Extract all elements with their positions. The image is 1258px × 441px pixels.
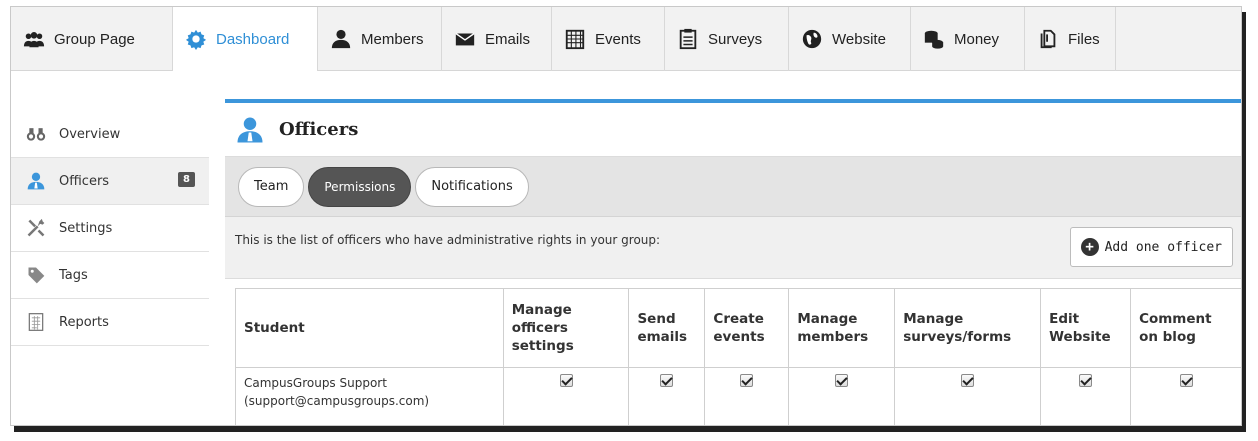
officers-table: Student Manage officers settings Send em… [235, 288, 1241, 425]
sidebar-item-settings[interactable]: Settings [11, 205, 209, 252]
nav-label: Money [954, 30, 1000, 48]
gear-icon [185, 28, 207, 50]
officers-count-badge: 8 [178, 172, 195, 187]
nav-website[interactable]: Website [789, 7, 911, 71]
add-officer-label: Add one officer [1104, 239, 1222, 255]
sidebar-item-label: Reports [59, 314, 109, 330]
permission-cell [628, 367, 706, 425]
student-cell: CampusGroups Support (support@campusgrou… [235, 367, 504, 425]
coins-icon [923, 28, 945, 50]
top-navigation: Group Page Dashboard Members Emails Even… [11, 7, 1241, 71]
student-name: CampusGroups Support [244, 376, 387, 390]
info-text: This is the list of officers who have ad… [235, 233, 661, 247]
column-header-comment-blog: Comment on blog [1130, 288, 1241, 368]
files-icon [1037, 28, 1059, 50]
nav-files[interactable]: Files [1025, 7, 1116, 71]
permission-cell [502, 367, 630, 425]
globe-icon [801, 28, 823, 50]
nav-dashboard[interactable]: Dashboard [173, 7, 318, 71]
sidebar-item-label: Overview [59, 126, 121, 142]
nav-members[interactable]: Members [318, 7, 442, 71]
nav-label: Events [595, 30, 641, 48]
binoculars-icon [25, 123, 47, 145]
manage-officers-checkbox[interactable] [559, 374, 573, 387]
officer-icon [25, 170, 47, 192]
tab-permissions[interactable]: Permissions [308, 166, 412, 207]
manage-surveys-checkbox[interactable] [961, 374, 975, 387]
permission-cell [894, 367, 1042, 425]
table-header-row: Student Manage officers settings Send em… [235, 288, 1241, 368]
sidebar-item-reports[interactable]: Reports [11, 299, 209, 346]
column-header-manage-officers: Manage officers settings [502, 288, 630, 368]
tab-notifications[interactable]: Notifications [415, 166, 529, 207]
sidebar-item-label: Settings [59, 220, 113, 236]
nav-label: Surveys [708, 30, 763, 48]
permission-cell [1040, 367, 1132, 425]
nav-label: Website [832, 30, 886, 48]
column-header-manage-members: Manage members [788, 288, 896, 368]
tools-icon [25, 217, 47, 239]
tabs-bar: Team Permissions Notifications [225, 157, 1241, 217]
info-bar: This is the list of officers who have ad… [225, 217, 1241, 279]
calendar-icon [564, 28, 586, 50]
sidebar-item-label: Tags [59, 267, 88, 283]
sidebar-item-officers[interactable]: Officers 8 [11, 158, 209, 205]
group-icon [23, 28, 45, 50]
app-window: Group Page Dashboard Members Emails Even… [10, 6, 1242, 426]
nav-group-page[interactable]: Group Page [11, 7, 173, 71]
permission-cell [788, 367, 896, 425]
manage-members-checkbox[interactable] [835, 374, 849, 387]
report-icon [25, 311, 47, 333]
column-header-manage-surveys: Manage surveys/forms [894, 288, 1042, 368]
add-officer-button[interactable]: + Add one officer [1069, 227, 1233, 267]
nav-label: Files [1068, 30, 1100, 48]
officer-icon [237, 117, 263, 142]
nav-money[interactable]: Money [911, 7, 1025, 71]
column-header-create-events: Create events [704, 288, 790, 368]
sidebar: Overview Officers 8 Settings Tags Report… [11, 111, 209, 346]
nav-surveys[interactable]: Surveys [665, 7, 789, 71]
envelope-icon [454, 28, 476, 50]
permission-cell [1130, 367, 1241, 425]
send-emails-checkbox[interactable] [660, 374, 674, 387]
column-header-edit-website: Edit Website [1040, 288, 1132, 368]
tag-icon [25, 264, 47, 286]
nav-label: Group Page [54, 30, 135, 48]
plus-circle-icon: + [1080, 238, 1099, 256]
comment-blog-checkbox[interactable] [1180, 374, 1194, 387]
student-email: (support@campusgroups.com) [244, 394, 430, 408]
column-header-student: Student [235, 288, 504, 368]
member-icon [330, 28, 352, 50]
nav-label: Emails [485, 30, 531, 48]
tab-team[interactable]: Team [238, 166, 305, 207]
nav-label: Members [361, 30, 424, 48]
nav-events[interactable]: Events [552, 7, 665, 71]
edit-website-checkbox[interactable] [1079, 374, 1093, 387]
table-row: CampusGroups Support (support@campusgrou… [235, 367, 1241, 425]
nav-emails[interactable]: Emails [442, 7, 552, 71]
sidebar-item-label: Officers [59, 173, 110, 189]
permission-cell [704, 367, 790, 425]
sidebar-item-overview[interactable]: Overview [11, 111, 209, 158]
clipboard-icon [677, 28, 699, 50]
panel-header: Officers [225, 103, 1241, 157]
column-header-send-emails: Send emails [628, 288, 706, 368]
create-events-checkbox[interactable] [740, 374, 754, 387]
sidebar-item-tags[interactable]: Tags [11, 252, 209, 299]
nav-label: Dashboard [216, 30, 290, 48]
page-title: Officers [279, 119, 359, 140]
